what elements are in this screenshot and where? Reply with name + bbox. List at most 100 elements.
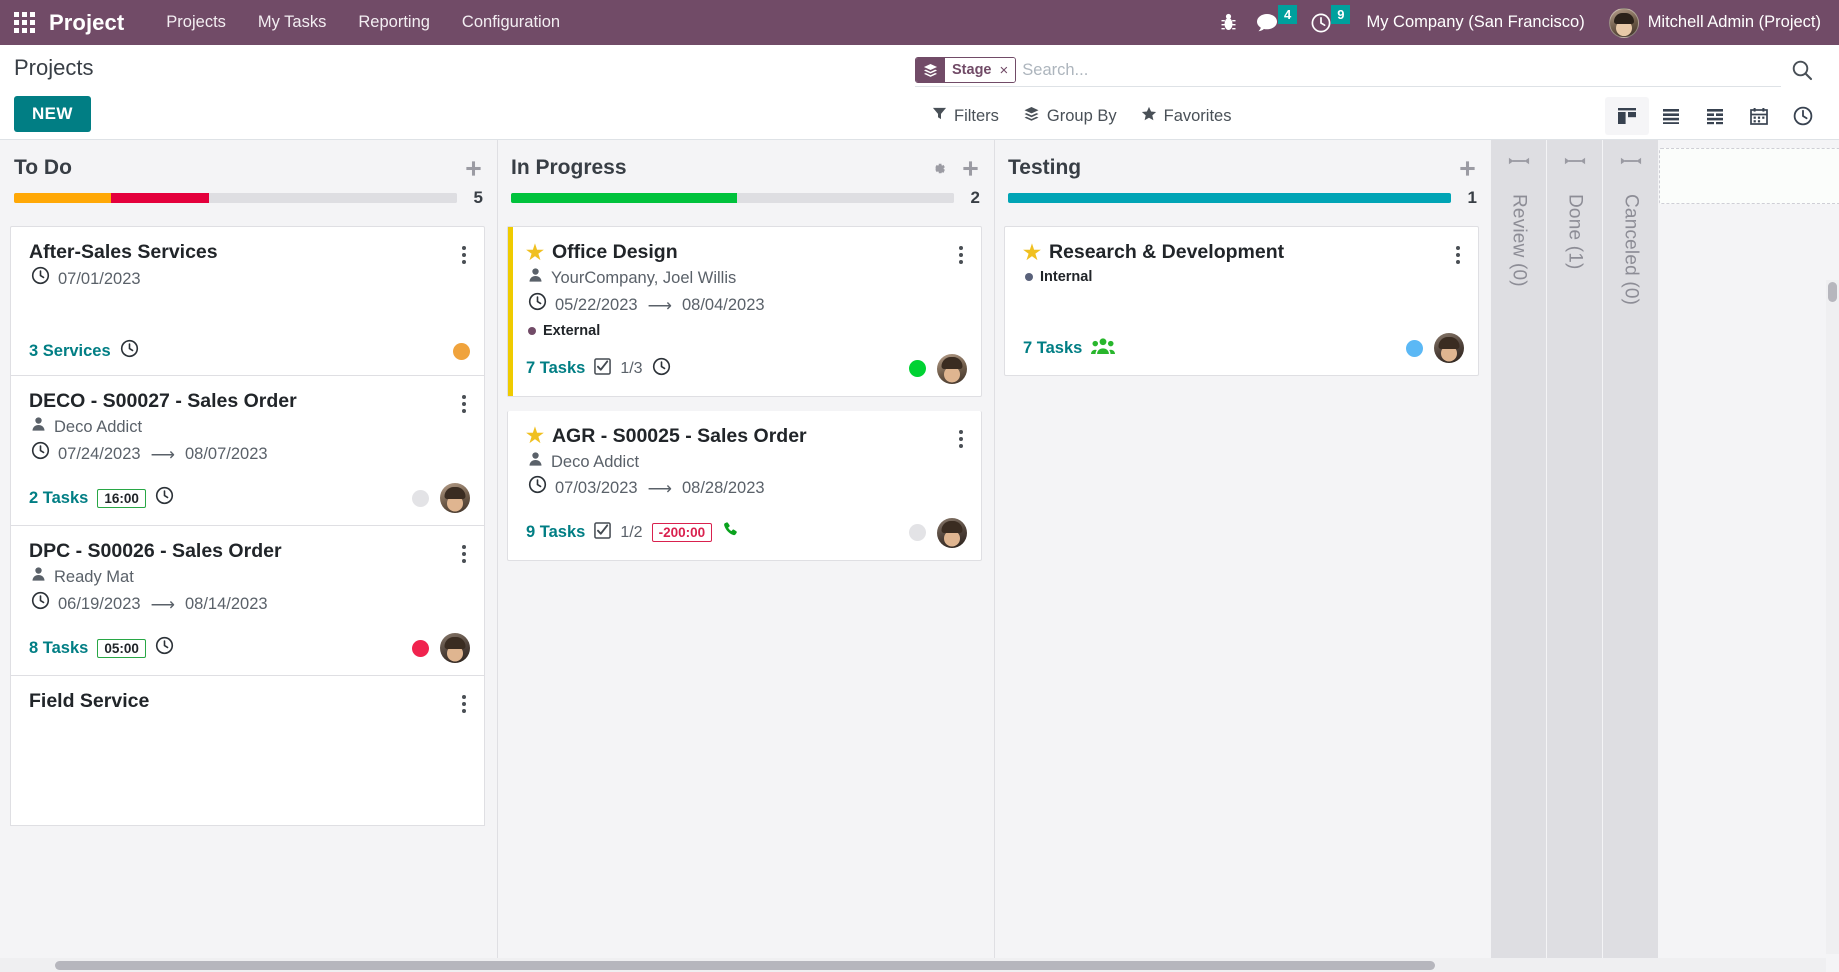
- clock-icon[interactable]: [155, 486, 174, 510]
- clock-icon[interactable]: [120, 339, 139, 363]
- add-column-placeholder[interactable]: [1659, 140, 1839, 972]
- company-switcher[interactable]: My Company (San Francisco): [1350, 13, 1600, 32]
- add-record-icon[interactable]: [961, 159, 980, 178]
- vertical-scrollbar[interactable]: [1826, 280, 1839, 954]
- card-tasks-link[interactable]: 7 Tasks: [1023, 339, 1082, 358]
- view-list-button[interactable]: [1649, 97, 1693, 135]
- activities-icon[interactable]: [1297, 0, 1333, 45]
- card-menu-icon[interactable]: [458, 390, 470, 413]
- add-record-icon[interactable]: [464, 159, 483, 178]
- search-icon[interactable]: [1781, 57, 1819, 86]
- card-time-badge[interactable]: -200:00: [651, 523, 713, 543]
- group-by-dropdown[interactable]: Group By: [1011, 102, 1129, 131]
- nav-item-configuration[interactable]: Configuration: [446, 9, 576, 36]
- star-icon[interactable]: ★: [526, 426, 544, 446]
- card-tag[interactable]: External: [528, 323, 600, 339]
- phone-icon[interactable]: [721, 520, 740, 545]
- view-activity-button[interactable]: [1781, 97, 1825, 135]
- avatar[interactable]: [1434, 333, 1464, 363]
- progress-segment[interactable]: [511, 193, 737, 203]
- kanban-card[interactable]: DECO - S00027 - Sales Order Deco Addict 07…: [10, 376, 485, 526]
- search-input[interactable]: [1022, 58, 1781, 82]
- avatar[interactable]: [440, 633, 470, 663]
- view-calendar-button[interactable]: [1737, 97, 1781, 135]
- messages-counter[interactable]: 4: [1277, 5, 1298, 24]
- card-menu-icon[interactable]: [458, 690, 470, 713]
- favorites-dropdown[interactable]: Favorites: [1129, 102, 1244, 131]
- kanban-progress-bar[interactable]: [14, 193, 457, 203]
- expand-horizontal-icon[interactable]: [1564, 154, 1586, 172]
- vertical-scrollbar-thumb[interactable]: [1828, 282, 1837, 302]
- card-menu-icon[interactable]: [955, 241, 967, 264]
- nav-item-reporting[interactable]: Reporting: [342, 9, 446, 36]
- kanban-card[interactable]: ★ AGR - S00025 - Sales Order Deco Addict 07…: [507, 410, 982, 561]
- gear-icon[interactable]: [930, 160, 947, 177]
- status-badge[interactable]: [909, 524, 926, 542]
- add-record-icon[interactable]: [1458, 159, 1477, 178]
- card-menu-icon[interactable]: [458, 540, 470, 563]
- app-brand-project[interactable]: Project: [49, 10, 124, 36]
- card-tasks-link[interactable]: 7 Tasks: [526, 359, 585, 378]
- card-title-text: Office Design: [551, 241, 678, 263]
- close-icon[interactable]: ×: [997, 58, 1016, 82]
- progress-segment[interactable]: [208, 193, 457, 203]
- view-kanban-button[interactable]: [1605, 97, 1649, 135]
- status-badge[interactable]: [453, 342, 470, 360]
- messages-icon[interactable]: [1246, 0, 1280, 45]
- status-badge[interactable]: [1406, 339, 1423, 357]
- clock-icon: [31, 266, 50, 294]
- expand-horizontal-icon[interactable]: [1620, 154, 1642, 172]
- bug-icon[interactable]: [1211, 0, 1246, 45]
- add-column-box[interactable]: [1659, 148, 1839, 204]
- filters-dropdown[interactable]: Filters: [920, 102, 1011, 130]
- activities-counter[interactable]: 9: [1331, 5, 1351, 24]
- kanban-card[interactable]: DPC - S00026 - Sales Order Ready Mat 06/19…: [10, 526, 485, 676]
- kanban-progress-bar[interactable]: [1008, 193, 1451, 203]
- card-menu-icon[interactable]: [955, 425, 967, 448]
- kanban-column-folded[interactable]: Canceled (0): [1603, 140, 1659, 972]
- clock-icon[interactable]: [652, 357, 671, 381]
- card-tag[interactable]: Internal: [1025, 269, 1092, 285]
- avatar[interactable]: [440, 483, 470, 513]
- search-facet-stage[interactable]: Stage ×: [915, 57, 1017, 83]
- kanban-column-title: To Do: [14, 156, 72, 179]
- kanban-card[interactable]: After-Sales Services 07/01/2023 3 Services: [10, 226, 485, 376]
- clock-icon[interactable]: [155, 636, 174, 660]
- view-pivot-button[interactable]: [1693, 97, 1737, 135]
- card-tasks-link[interactable]: 3 Services: [29, 342, 111, 361]
- apps-grid-icon[interactable]: [14, 12, 35, 33]
- card-menu-icon[interactable]: [458, 241, 470, 264]
- avatar[interactable]: [937, 517, 967, 548]
- new-button[interactable]: NEW: [14, 96, 91, 132]
- progress-segment[interactable]: [14, 193, 112, 203]
- card-tasks-link[interactable]: 2 Tasks: [29, 489, 88, 508]
- nav-item-my-tasks[interactable]: My Tasks: [242, 9, 342, 36]
- status-badge[interactable]: [412, 639, 429, 657]
- progress-segment[interactable]: [1008, 193, 1451, 203]
- avatar[interactable]: [937, 353, 967, 384]
- nav-item-projects[interactable]: Projects: [150, 9, 242, 36]
- user-menu[interactable]: Mitchell Admin (Project): [1601, 7, 1825, 38]
- card-tasks-link[interactable]: 9 Tasks: [526, 523, 585, 542]
- kanban-card[interactable]: ★ Research & Development Internal 7 Tasks: [1004, 226, 1479, 376]
- status-badge[interactable]: [412, 489, 429, 507]
- kanban-card[interactable]: Field Service: [10, 676, 485, 826]
- status-badge[interactable]: [909, 360, 926, 378]
- star-icon[interactable]: ★: [1023, 243, 1041, 263]
- card-menu-icon[interactable]: [1452, 241, 1464, 264]
- card-time-badge[interactable]: 16:00: [97, 488, 146, 508]
- kanban-progress-bar[interactable]: [511, 193, 954, 203]
- kanban-column-folded[interactable]: Review (0): [1491, 140, 1547, 972]
- progress-segment[interactable]: [736, 193, 954, 203]
- kanban-card[interactable]: ★ Office Design YourCompany, Joel Willis 05…: [507, 226, 982, 397]
- star-icon[interactable]: ★: [526, 243, 544, 263]
- kanban-column-folded[interactable]: Done (1): [1547, 140, 1603, 972]
- progress-segment[interactable]: [111, 193, 209, 203]
- horizontal-scrollbar[interactable]: [0, 958, 1826, 972]
- card-time-badge[interactable]: 05:00: [97, 638, 146, 658]
- card-tasks-link[interactable]: 8 Tasks: [29, 639, 88, 658]
- card-footer-left: 3 Services: [29, 339, 139, 363]
- group-users-icon[interactable]: [1091, 336, 1116, 361]
- expand-horizontal-icon[interactable]: [1508, 154, 1530, 172]
- horizontal-scrollbar-thumb[interactable]: [55, 961, 1435, 970]
